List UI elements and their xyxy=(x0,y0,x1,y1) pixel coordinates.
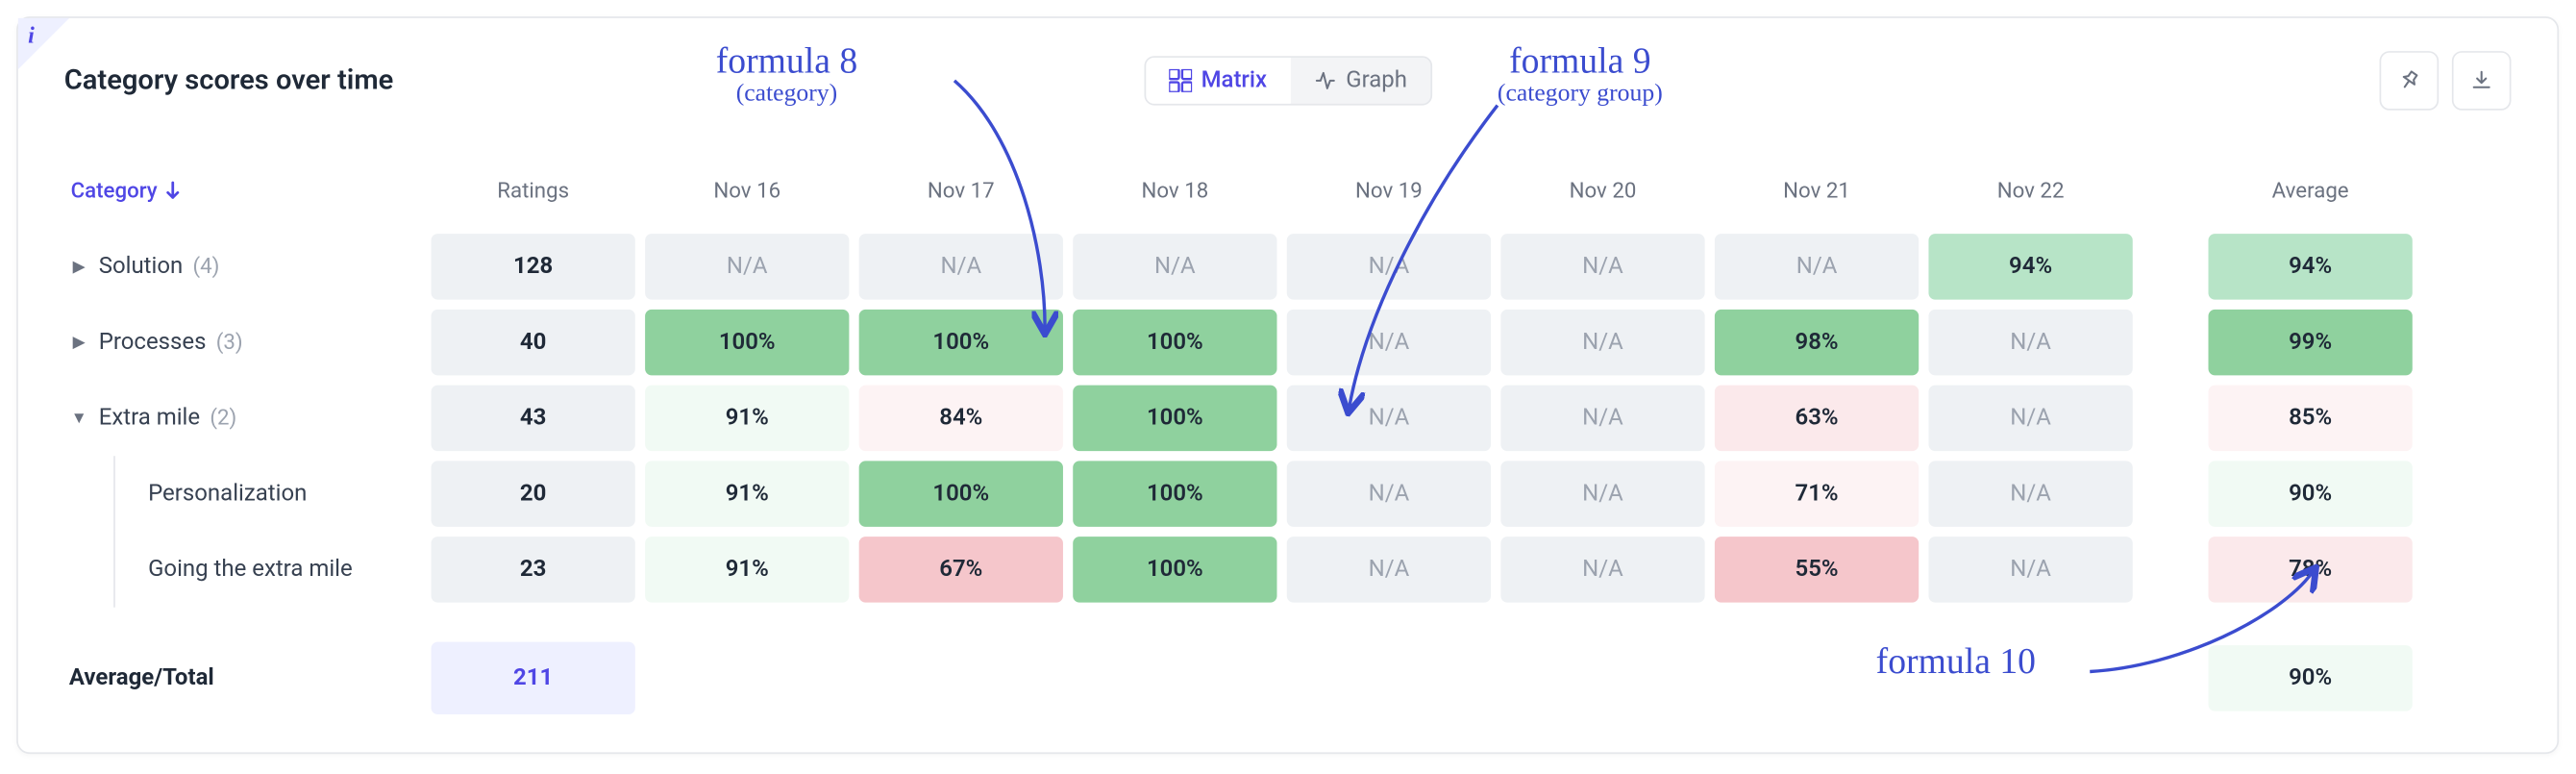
ratings-value: 128 xyxy=(432,234,635,299)
score-cell[interactable]: N/A xyxy=(1500,386,1704,451)
scores-table: Category Ratings Nov 16 Nov 17 Nov 18 No… xyxy=(64,153,2512,716)
score-cell[interactable]: 100% xyxy=(645,310,849,375)
table-row: ▼Extra mile (2)4391%84%100%N/AN/A63%N/A8… xyxy=(64,380,2512,456)
score-cell[interactable]: N/A xyxy=(1715,234,1919,299)
graph-label: Graph xyxy=(1346,67,1407,93)
score-cell[interactable]: N/A xyxy=(1500,310,1704,375)
date-header[interactable]: Nov 21 xyxy=(1710,165,1924,216)
chevron-right-icon[interactable]: ▶ xyxy=(69,258,89,276)
ratings-header[interactable]: Ratings xyxy=(426,165,640,216)
matrix-label: Matrix xyxy=(1201,67,1268,93)
score-cell[interactable]: N/A xyxy=(1928,310,2132,375)
category-label: Solution xyxy=(99,254,184,280)
score-cell[interactable]: N/A xyxy=(645,234,849,299)
footer-average: 90% xyxy=(2209,645,2413,711)
average-cell[interactable]: 78% xyxy=(2209,537,2413,602)
score-cell[interactable]: 91% xyxy=(645,461,849,526)
category-cell[interactable]: Personalization xyxy=(64,456,427,532)
average-cell[interactable]: 85% xyxy=(2209,386,2413,451)
score-cell[interactable]: 100% xyxy=(1073,386,1276,451)
pin-button[interactable] xyxy=(2380,51,2440,111)
score-cell[interactable]: N/A xyxy=(1500,234,1704,299)
score-cell[interactable]: 67% xyxy=(859,537,1063,602)
score-cell[interactable]: 94% xyxy=(1928,234,2132,299)
score-cell[interactable]: 55% xyxy=(1715,537,1919,602)
date-header[interactable]: Nov 22 xyxy=(1923,165,2138,216)
category-cell[interactable]: ▼ Extra mile (2) xyxy=(64,380,427,456)
card-title: Category scores over time xyxy=(64,64,394,97)
score-cell[interactable]: 100% xyxy=(859,461,1063,526)
score-cell[interactable]: 63% xyxy=(1715,386,1919,451)
score-cell[interactable]: N/A xyxy=(1500,537,1704,602)
grid-icon xyxy=(1168,69,1191,92)
date-header[interactable]: Nov 18 xyxy=(1068,165,1282,216)
category-cell[interactable]: ▶ Solution (4) xyxy=(64,229,427,305)
average-header[interactable]: Average xyxy=(2203,165,2417,216)
category-header[interactable]: Category xyxy=(64,165,427,216)
score-cell[interactable]: N/A xyxy=(1287,386,1491,451)
score-cell[interactable]: 84% xyxy=(859,386,1063,451)
score-cell[interactable]: 91% xyxy=(645,386,849,451)
average-cell[interactable]: 90% xyxy=(2209,461,2413,526)
category-cell[interactable]: Going the extra mile xyxy=(64,532,427,608)
score-cell[interactable]: N/A xyxy=(1287,537,1491,602)
score-cell[interactable]: N/A xyxy=(1928,386,2132,451)
footer-label: Average/Total xyxy=(64,640,427,716)
date-header[interactable]: Nov 16 xyxy=(640,165,855,216)
score-cell[interactable]: 91% xyxy=(645,537,849,602)
download-button[interactable] xyxy=(2452,51,2512,111)
score-cell[interactable]: 100% xyxy=(1073,310,1276,375)
date-header[interactable]: Nov 17 xyxy=(855,165,1069,216)
average-cell[interactable]: 99% xyxy=(2209,310,2413,375)
score-cell[interactable]: 100% xyxy=(859,310,1063,375)
date-header[interactable]: Nov 19 xyxy=(1282,165,1497,216)
chevron-right-icon[interactable]: ▶ xyxy=(69,334,89,352)
score-cell[interactable]: 98% xyxy=(1715,310,1919,375)
score-cell[interactable]: N/A xyxy=(1073,234,1276,299)
graph-tab[interactable]: Graph xyxy=(1290,58,1430,104)
category-cell[interactable]: ▶ Processes (3) xyxy=(64,305,427,381)
matrix-tab[interactable]: Matrix xyxy=(1145,58,1290,104)
table-row: Personalization2091%100%100%N/AN/A71%N/A… xyxy=(64,456,2512,532)
score-cell[interactable]: N/A xyxy=(1287,234,1491,299)
score-cell[interactable]: 100% xyxy=(1073,461,1276,526)
score-cell[interactable]: N/A xyxy=(859,234,1063,299)
score-cell[interactable]: N/A xyxy=(1287,461,1491,526)
total-badge: 211 xyxy=(432,642,635,714)
score-cell[interactable]: N/A xyxy=(1928,537,2132,602)
table-row: ▶Solution (4)128N/AN/AN/AN/AN/AN/A94%94% xyxy=(64,229,2512,305)
view-toggle: Matrix Graph xyxy=(1144,56,1432,105)
average-cell[interactable]: 94% xyxy=(2209,234,2413,299)
ratings-value: 23 xyxy=(432,537,635,602)
score-cell[interactable]: N/A xyxy=(1500,461,1704,526)
download-icon xyxy=(2468,67,2494,93)
chevron-down-icon[interactable]: ▼ xyxy=(69,409,89,427)
table-header-row: Category Ratings Nov 16 Nov 17 Nov 18 No… xyxy=(64,153,2512,229)
category-label: Extra mile xyxy=(99,405,200,431)
scores-card: i Category scores over time Matrix Graph xyxy=(16,16,2559,754)
table-row: Going the extra mile2391%67%100%N/AN/A55… xyxy=(64,532,2512,608)
date-header[interactable]: Nov 20 xyxy=(1496,165,1710,216)
category-label: Going the extra mile xyxy=(148,557,353,583)
category-count: (2) xyxy=(210,406,236,431)
score-cell[interactable]: 71% xyxy=(1715,461,1919,526)
ratings-value: 43 xyxy=(432,386,635,451)
activity-icon xyxy=(1313,69,1336,92)
score-cell[interactable]: N/A xyxy=(1287,310,1491,375)
category-label: Personalization xyxy=(148,481,307,507)
ratings-value: 20 xyxy=(432,461,635,526)
score-cell[interactable]: 100% xyxy=(1073,537,1276,602)
score-cell[interactable]: N/A xyxy=(1928,461,2132,526)
table-row: ▶Processes (3)40100%100%100%N/AN/A98%N/A… xyxy=(64,305,2512,381)
category-count: (4) xyxy=(193,255,220,280)
category-label: Processes xyxy=(99,329,207,355)
category-count: (3) xyxy=(216,330,243,355)
footer-row: Average/Total 211 90% xyxy=(64,640,2512,716)
pin-icon xyxy=(2396,67,2422,93)
arrow-down-icon xyxy=(164,181,181,201)
ratings-value: 40 xyxy=(432,310,635,375)
